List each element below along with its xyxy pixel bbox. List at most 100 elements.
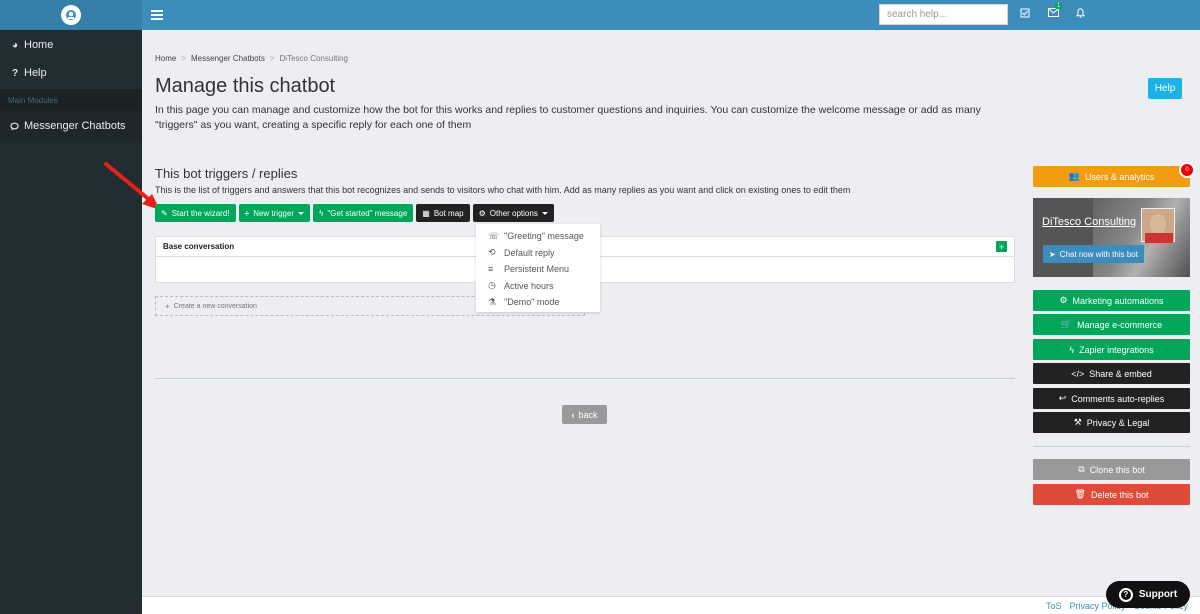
magic-wand-icon: ✎ [161,208,168,218]
map-icon: ▦ [422,208,430,218]
zapier-integrations-button[interactable]: ϟ Zapier integrations [1033,339,1190,360]
marketing-automations-button[interactable]: ⚙ Marketing automations [1033,290,1190,311]
menu-toggle-icon[interactable] [151,8,163,22]
users-analytics-button[interactable]: 👥 Users & analytics [1033,166,1190,187]
plus-icon: + [244,208,250,218]
breadcrumb-separator: > [181,54,187,63]
delete-label: Delete this bot [1090,489,1149,500]
question-circle-icon: ? [1118,587,1133,602]
menu-item-label: "Demo" mode [504,297,560,308]
clone-bot-button[interactable]: ⧉ Clone this bot [1033,459,1190,480]
comments-icon [8,122,22,131]
delete-bot-button[interactable]: 🗑 Delete this bot [1033,484,1190,505]
other-options-label: Other options [489,208,538,218]
greeting-icon: ☏ [488,230,500,241]
bolt-icon: ϟ [1069,344,1075,355]
clone-icon: ⧉ [1078,464,1085,474]
envelope-icon[interactable]: 1 [1048,3,1063,20]
app-logo[interactable] [0,0,142,30]
add-trigger-plus-icon[interactable]: + [996,241,1007,252]
sidebar-item-home[interactable]: ◕ Home [0,31,142,59]
create-conversation-label: Create a new conversation [173,302,257,310]
privacy-label: Privacy & Legal [1086,417,1150,428]
support-label: Support [1138,589,1178,600]
gavel-icon: ⚒ [1073,417,1082,427]
manage-ecommerce-button[interactable]: 🛒 Manage e-commerce [1033,314,1190,335]
bot-profile-card: DiTesco Consulting ➤ Chat now with this … [1033,198,1190,277]
cart-icon: 🛒 [1060,319,1073,329]
menu-icon: ≡ [488,264,494,275]
share-label: Share & embed [1089,368,1152,379]
page-intro: In this page you can manage and customiz… [155,104,981,131]
users-analytics-label: Users & analytics [1084,171,1155,182]
support-button[interactable]: ? Support [1106,581,1190,608]
page-title: Manage this chatbot [155,75,336,97]
cogs-icon: ⚙ [1059,295,1068,305]
bot-logo-icon [61,5,81,25]
section-description: This is the list of triggers and answers… [155,185,851,195]
start-wizard-button[interactable]: ✎ Start the wizard! [155,204,236,222]
bot-name-link[interactable]: DiTesco Consulting [1042,216,1136,228]
trigger-toolbar: ✎ Start the wizard! + New trigger ϟ "Get… [155,204,554,222]
divider [155,378,1015,379]
bolt-icon: ϟ [319,208,324,218]
caret-down-icon [298,211,305,215]
comments-auto-replies-button[interactable]: ↩ Comments auto-replies [1033,388,1190,409]
marketing-label: Marketing automations [1072,295,1164,306]
other-options-dropdown: ☏ "Greeting" message ⟲ Default reply ≡ P… [476,224,600,312]
section-title: This bot triggers / replies [155,166,298,181]
comments-label: Comments auto-replies [1071,393,1165,404]
get-started-label: "Get started" message [327,208,408,218]
plus-icon: + [165,301,170,311]
back-label: back [578,409,598,420]
new-trigger-button[interactable]: + New trigger [238,204,311,222]
sidebar-item-label: Help [24,67,47,79]
menu-item-label: Active hours [504,280,554,291]
search-input[interactable]: search help... [879,4,1008,25]
clock-icon: ◷ [488,280,496,291]
start-wizard-label: Start the wizard! [171,208,230,218]
privacy-legal-button[interactable]: ⚒ Privacy & Legal [1033,412,1190,433]
sidebar: ◕ Home ? Help Main Modules Messenger Cha… [0,0,142,614]
menu-item-active-hours[interactable]: ◷ Active hours [476,278,600,295]
top-navbar: search help... 1 [142,0,1200,30]
users-icon: 👥 [1068,171,1080,181]
flask-icon: ⚗ [488,296,497,307]
sidebar-item-messenger-chatbots[interactable]: Messenger Chatbots [0,111,142,141]
chevron-left-icon: ‹ [571,409,575,420]
breadcrumb-messenger-chatbots[interactable]: Messenger Chatbots [191,54,265,63]
bot-map-button[interactable]: ▦ Bot map [416,204,470,222]
paper-plane-icon: ➤ [1049,249,1056,259]
avatar [1141,208,1175,243]
new-trigger-label: New trigger [253,208,295,218]
reply-icon: ↩ [1058,393,1067,403]
cogs-icon: ⚙ [478,208,486,218]
chat-now-button[interactable]: ➤ Chat now with this bot [1043,245,1144,263]
menu-item-greeting[interactable]: ☏ "Greeting" message [476,228,600,245]
menu-item-label: Persistent Menu [504,264,570,275]
dashboard-icon: ◕ [11,39,19,51]
back-button[interactable]: ‹ back [562,405,607,424]
footer-link-tos[interactable]: ToS [1046,601,1062,611]
other-options-button[interactable]: ⚙ Other options [472,204,554,222]
code-icon: </> [1071,368,1085,379]
menu-item-label: "Greeting" message [504,231,584,242]
menu-item-persistent-menu[interactable]: ≡ Persistent Menu [476,261,600,278]
caret-down-icon [541,211,548,215]
get-started-button[interactable]: ϟ "Get started" message [313,204,414,222]
sidebar-item-label: Home [24,39,54,51]
users-count-badge: 0 [1179,162,1195,178]
sidebar-item-help[interactable]: ? Help [0,59,142,87]
bell-icon[interactable] [1075,8,1086,21]
share-embed-button[interactable]: </> Share & embed [1033,363,1190,384]
menu-item-label: Default reply [504,247,555,258]
breadcrumb-separator: > [269,54,275,63]
menu-item-demo-mode[interactable]: ⚗ "Demo" mode [476,294,600,311]
menu-item-default-reply[interactable]: ⟲ Default reply [476,245,600,262]
help-button[interactable]: Help [1148,78,1182,99]
breadcrumb-home[interactable]: Home [155,54,176,63]
sidebar-section-header: Main Modules [0,89,142,111]
tasks-icon[interactable] [1020,8,1030,21]
trash-icon: 🗑 [1074,489,1086,499]
footer: ToS Privacy Policy Cookie Policy [142,596,1200,614]
